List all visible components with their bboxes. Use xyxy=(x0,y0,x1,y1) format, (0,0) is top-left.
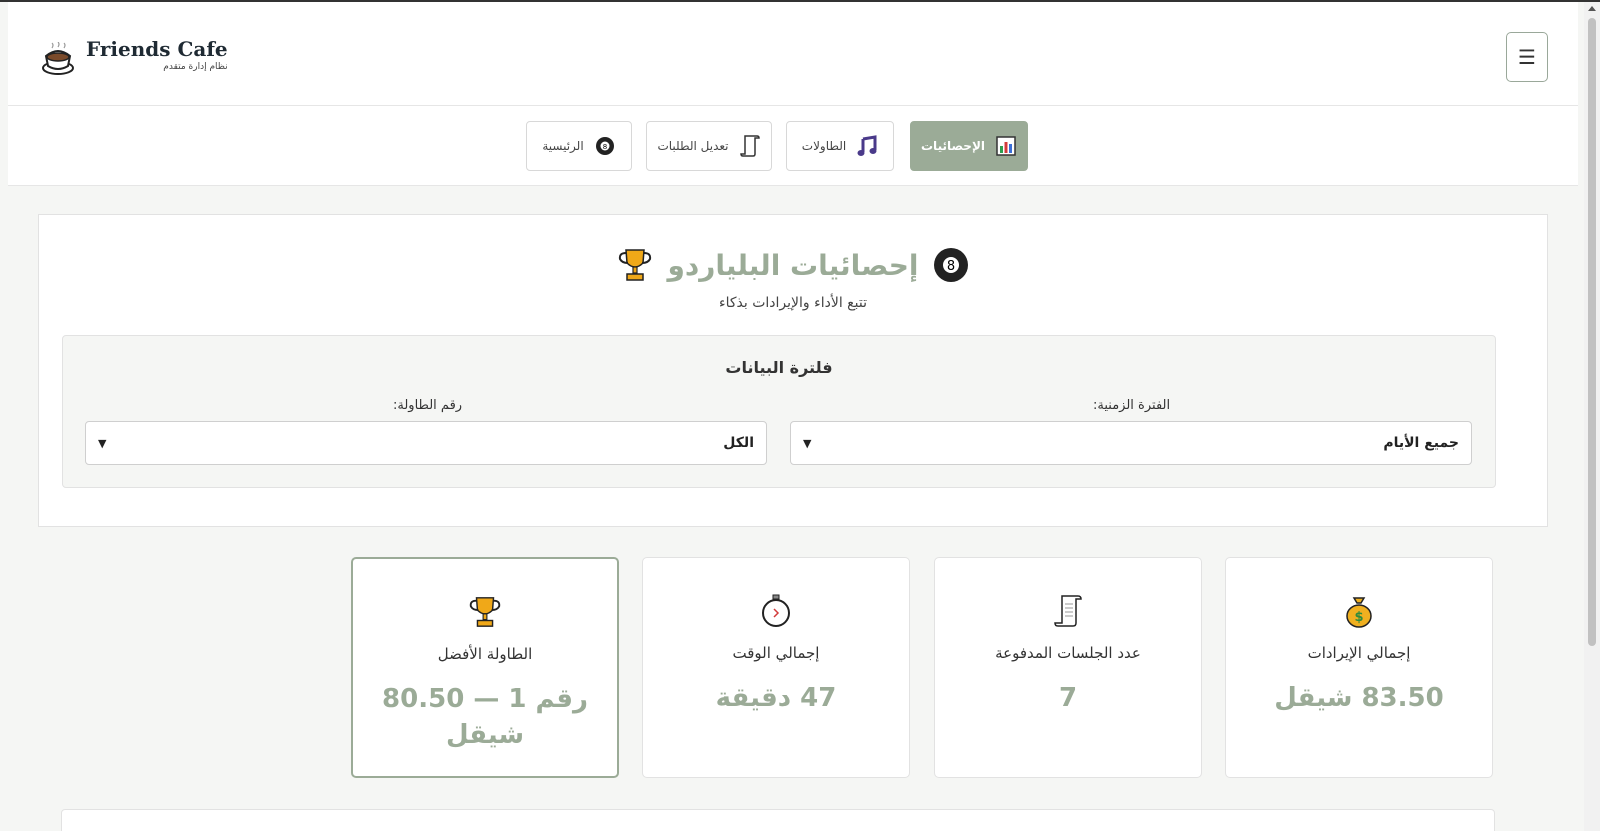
brand-subtitle: نظام إدارة متقدم xyxy=(163,62,228,72)
stopwatch-icon xyxy=(762,594,790,627)
statistics-panel: 8 إحصائيات البلياردو تتبع الأداء والإيرا… xyxy=(38,214,1548,527)
svg-text:$: $ xyxy=(1354,610,1363,625)
nav-label: الرئيسية xyxy=(542,139,584,153)
nav-tab-statistics[interactable]: الإحصائيات xyxy=(910,121,1028,171)
coffee-cup-icon xyxy=(42,42,74,75)
nav-label: الإحصائيات xyxy=(921,139,985,153)
brand-name: Friends Cafe xyxy=(86,37,228,61)
page-subtitle: تتبع الأداء والإيرادات بذكاء xyxy=(719,295,867,311)
scroll-icon xyxy=(739,135,761,157)
menu-button[interactable]: ☰ xyxy=(1506,32,1548,82)
chevron-down-icon: ▼ xyxy=(98,436,107,450)
card-value: 7 xyxy=(1058,683,1078,713)
scroll-thumb[interactable] xyxy=(1588,18,1596,646)
card-value: 47 دقيقة xyxy=(715,683,837,713)
scroll-icon xyxy=(1054,595,1082,627)
trophy-icon xyxy=(469,597,501,627)
app-header: Friends Cafe نظام إدارة متقدم ☰ xyxy=(8,2,1578,106)
billiard-ball-icon: 8 xyxy=(594,135,616,157)
filter-title: فلترة البيانات xyxy=(725,358,833,377)
svg-text:8: 8 xyxy=(946,259,954,274)
card-label: عدد الجلسات المدفوعة xyxy=(995,644,1141,662)
title-row: 8 إحصائيات البلياردو xyxy=(39,247,1547,283)
svg-text:8: 8 xyxy=(602,143,606,151)
music-notes-icon xyxy=(856,135,878,157)
card-total-revenue: $ إجمالي الإيرادات 83.50 شيقل xyxy=(1225,557,1493,778)
chevron-down-icon: ▼ xyxy=(803,436,812,450)
table-label: رقم الطاولة: xyxy=(393,398,463,413)
period-label: الفترة الزمنية: xyxy=(1093,398,1171,413)
card-label: إجمالي الإيرادات xyxy=(1307,644,1411,662)
nav-tab-tables[interactable]: الطاولات xyxy=(786,121,894,171)
page-title: إحصائيات البلياردو xyxy=(667,248,919,282)
next-section-panel xyxy=(61,809,1495,831)
filter-box: فلترة البيانات الفترة الزمنية: رقم الطاو… xyxy=(62,335,1496,488)
main-nav: الإحصائيات الطاولات تعديل الطلبات 8 الرئ… xyxy=(8,106,1578,186)
billiard-ball-icon: 8 xyxy=(933,248,968,282)
card-total-time: إجمالي الوقت 47 دقيقة xyxy=(642,557,910,778)
nav-label: تعديل الطلبات xyxy=(657,139,729,153)
card-value: رقم 1 — 80.50 شيقل xyxy=(382,684,588,750)
brand[interactable]: Friends Cafe نظام إدارة متقدم xyxy=(40,38,228,78)
hamburger-icon: ☰ xyxy=(1518,45,1536,69)
stats-cards-area: $ إجمالي الإيرادات 83.50 شيقل عدد الجلسا… xyxy=(38,527,1548,831)
scroll-up-icon[interactable] xyxy=(1588,6,1596,11)
trophy-icon xyxy=(619,249,652,281)
nav-tab-home[interactable]: 8 الرئيسية xyxy=(526,121,632,171)
card-best-table: الطاولة الأفضل رقم 1 — 80.50 شيقل xyxy=(351,557,619,778)
chart-icon xyxy=(995,135,1017,157)
card-label: الطاولة الأفضل xyxy=(437,645,533,663)
period-select[interactable]: جميع الأيام ▼ xyxy=(790,421,1472,465)
nav-label: الطاولات xyxy=(801,139,847,153)
table-select[interactable]: الكل ▼ xyxy=(85,421,767,465)
period-select-value: جميع الأيام xyxy=(1383,435,1459,451)
vertical-scrollbar[interactable] xyxy=(1584,2,1600,831)
card-paid-sessions: عدد الجلسات المدفوعة 7 xyxy=(934,557,1202,778)
card-label: إجمالي الوقت xyxy=(732,644,820,662)
money-bag-icon: $ xyxy=(1346,597,1372,628)
table-select-value: الكل xyxy=(723,435,754,451)
nav-tab-edit-orders[interactable]: تعديل الطلبات xyxy=(646,121,772,171)
page-viewport: Friends Cafe نظام إدارة متقدم ☰ الإحصائي… xyxy=(0,2,1584,831)
card-value: 83.50 شيقل xyxy=(1274,683,1444,713)
